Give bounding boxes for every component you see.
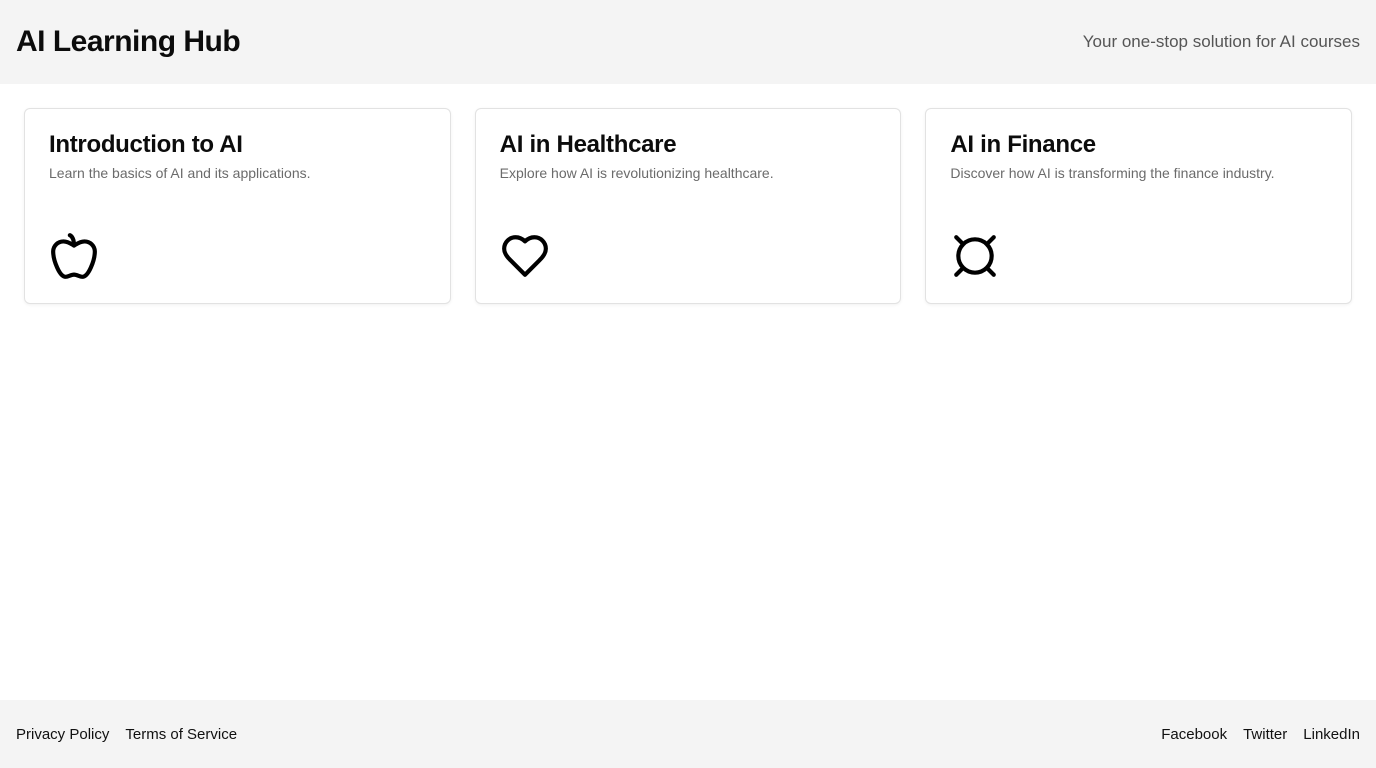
privacy-policy-link[interactable]: Privacy Policy: [16, 726, 109, 743]
heart-icon: [500, 231, 550, 281]
site-title: AI Learning Hub: [16, 25, 241, 58]
site-header: AI Learning Hub Your one-stop solution f…: [0, 0, 1376, 84]
footer-legal-links: Privacy Policy Terms of Service: [16, 726, 237, 743]
currency-icon: [950, 231, 1000, 281]
linkedin-link[interactable]: LinkedIn: [1303, 726, 1360, 743]
twitter-link[interactable]: Twitter: [1243, 726, 1287, 743]
main-content: Introduction to AI Learn the basics of A…: [0, 84, 1376, 700]
course-card-ai-in-healthcare[interactable]: AI in Healthcare Explore how AI is revol…: [474, 108, 902, 304]
course-title: Introduction to AI: [49, 131, 243, 158]
course-card-introduction-to-ai[interactable]: Introduction to AI Learn the basics of A…: [24, 108, 451, 304]
course-title: AI in Finance: [950, 131, 1096, 158]
page: AI Learning Hub Your one-stop solution f…: [0, 0, 1376, 768]
apple-icon: [49, 231, 99, 281]
site-tagline: Your one-stop solution for AI courses: [1082, 32, 1360, 51]
facebook-link[interactable]: Facebook: [1161, 726, 1227, 743]
terms-of-service-link[interactable]: Terms of Service: [125, 726, 237, 743]
footer-social-links: Facebook Twitter LinkedIn: [1161, 726, 1360, 743]
course-description: Learn the basics of AI and its applicati…: [49, 165, 311, 181]
course-description: Explore how AI is revolutionizing health…: [499, 165, 774, 181]
course-card-list: Introduction to AI Learn the basics of A…: [24, 108, 1353, 304]
course-description: Discover how AI is transforming the fina…: [950, 165, 1275, 181]
course-title: AI in Healthcare: [499, 131, 677, 158]
site-footer: Privacy Policy Terms of Service Facebook…: [0, 700, 1376, 768]
course-card-ai-in-finance[interactable]: AI in Finance Discover how AI is transfo…: [925, 108, 1353, 304]
